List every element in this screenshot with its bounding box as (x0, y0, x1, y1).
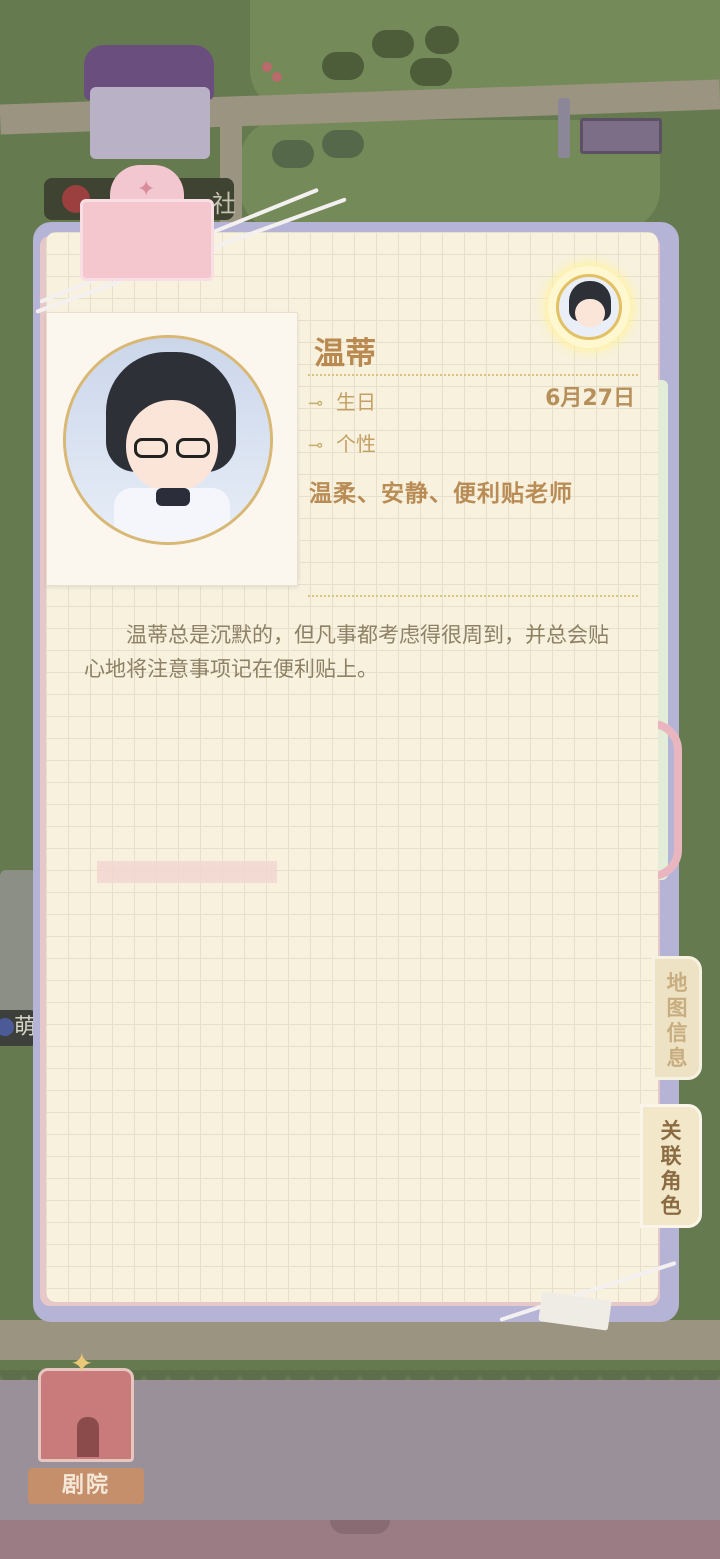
map-location-label-text: 社 (212, 190, 236, 218)
tab-map-info[interactable]: 地图信息 (652, 956, 702, 1080)
bus-stop-board (580, 118, 662, 154)
paper-clip-tab: ✦ (80, 165, 214, 285)
clip-body (80, 199, 214, 281)
theatre-label: 剧院 (28, 1468, 144, 1504)
greenhouse-building[interactable] (0, 870, 36, 1030)
birthday-label: ⊸ 生日 (308, 386, 376, 415)
shop-building[interactable] (70, 45, 230, 165)
character-avatar-button[interactable] (548, 266, 630, 348)
tab-related-characters[interactable]: 关联角色 (640, 1104, 702, 1228)
dotted-divider (308, 374, 638, 376)
character-name: 温蒂 (314, 336, 376, 372)
photo-tape-strip (97, 861, 277, 883)
star-icon: ✦ (70, 1347, 94, 1380)
sparkle-arrow-icon: ⊸ (308, 393, 324, 414)
sparkle-arrow-icon: ⊸ (308, 435, 324, 456)
bus-stop[interactable] (552, 98, 662, 160)
bus-stop-pole (558, 98, 570, 158)
avatar (556, 274, 622, 340)
flower (262, 62, 272, 72)
dotted-divider (308, 595, 638, 597)
tab-map-info-label: 地图信息 (666, 971, 688, 1070)
character-description: 温蒂总是沉默的，但凡事都考虑得很周到，并总会贴心地将注意事项记在便利贴上。 (84, 623, 609, 681)
personality-traits: 温柔、安静、便利贴老师 (309, 481, 573, 507)
character-portrait (63, 335, 273, 545)
bush (322, 130, 364, 158)
birthday-label-text: 生日 (336, 390, 376, 414)
personality-label-text: 个性 (336, 432, 376, 456)
theatre-icon (38, 1368, 134, 1462)
location-icon (0, 1018, 14, 1036)
bow-icon (156, 488, 190, 506)
theatre-button[interactable]: ✦ 剧院 (28, 1347, 144, 1504)
birthday-value: 6月27日 (545, 386, 635, 411)
bottom-bar-notch (330, 1520, 390, 1534)
glasses-icon (130, 438, 214, 460)
flower (272, 72, 282, 82)
character-portrait-photo (46, 312, 298, 883)
bush (410, 58, 452, 86)
bush (425, 26, 459, 54)
tab-related-characters-label: 关联角色 (660, 1119, 682, 1218)
personality-label: ⊸ 个性 (308, 428, 376, 457)
bush (272, 140, 314, 168)
building-facade (90, 87, 210, 159)
avatar-face (575, 299, 605, 327)
bush (322, 52, 364, 80)
bush (372, 30, 414, 58)
star-icon: ✦ (137, 177, 156, 202)
